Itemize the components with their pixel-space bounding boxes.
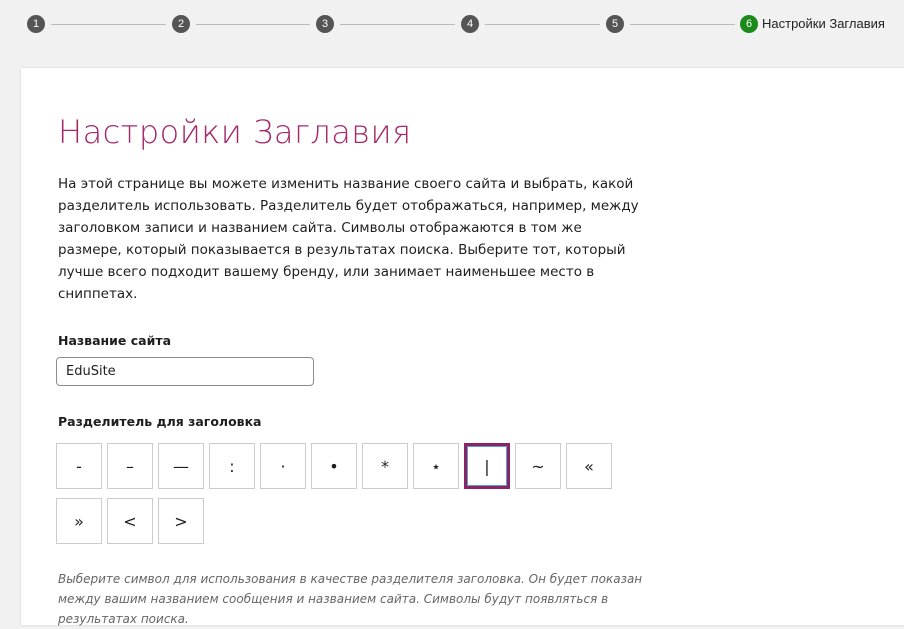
separator-option-tilde[interactable]: ~ (515, 443, 561, 489)
separator-option-em-dash[interactable]: — (158, 443, 204, 489)
separator-option-low-asterisk[interactable]: ⋆ (413, 443, 459, 489)
separator-option-greater-than[interactable]: > (158, 498, 204, 544)
settings-card: Настройки Заглавия На этой странице вы м… (21, 68, 904, 626)
step-connector (340, 24, 455, 25)
separator-option-middle-dot[interactable]: · (260, 443, 306, 489)
step-6-label: Настройки Заглавия (762, 16, 885, 31)
separator-label: Разделитель для заголовка (58, 414, 262, 429)
separator-help-text: Выберите символ для использования в каче… (58, 572, 643, 626)
page-description: На этой странице вы можете изменить назв… (58, 176, 639, 302)
page-title: Настройки Заглавия (58, 113, 412, 151)
separator-option-left-guillemet[interactable]: « (566, 443, 612, 489)
step-connector (485, 24, 600, 25)
site-name-input[interactable] (56, 357, 314, 386)
step-1[interactable]: 1 (27, 15, 45, 33)
site-name-label: Название сайта (58, 333, 172, 348)
progress-stepper: 1 2 3 4 5 6 Настройки Заглавия (0, 0, 904, 52)
separator-option-asterisk[interactable]: * (362, 443, 408, 489)
step-5[interactable]: 5 (606, 15, 624, 33)
separator-option-colon[interactable]: : (209, 443, 255, 489)
step-6-current: 6 (740, 15, 758, 33)
step-connector (196, 24, 310, 25)
step-3[interactable]: 3 (316, 15, 334, 33)
separator-option-en-dash[interactable]: – (107, 443, 153, 489)
separator-option-bullet[interactable]: • (311, 443, 357, 489)
separator-option-less-than[interactable]: < (107, 498, 153, 544)
step-connector (630, 24, 735, 25)
separator-option-pipe-selected[interactable]: | (464, 443, 510, 489)
step-connector (51, 24, 166, 25)
step-2[interactable]: 2 (172, 15, 190, 33)
step-4[interactable]: 4 (461, 15, 479, 33)
separator-option-hyphen[interactable]: - (56, 443, 102, 489)
separator-option-right-guillemet[interactable]: » (56, 498, 102, 544)
